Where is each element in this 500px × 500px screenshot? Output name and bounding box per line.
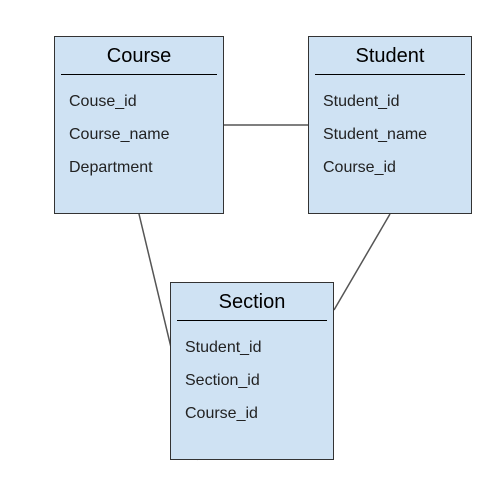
entity-section-attrs: Student_id Section_id Course_id — [171, 321, 333, 441]
entity-section-title: Section — [177, 283, 327, 321]
entity-attr: Student_id — [323, 85, 471, 118]
entity-attr: Course_id — [323, 151, 471, 184]
entity-attr: Student_id — [185, 331, 333, 364]
entity-course-title: Course — [61, 37, 217, 75]
entity-attr: Course_id — [185, 397, 333, 430]
entity-attr: Course_name — [69, 118, 223, 151]
entity-course-attrs: Couse_id Course_name Department — [55, 75, 223, 195]
entity-student-title: Student — [315, 37, 465, 75]
entity-student-attrs: Student_id Student_name Course_id — [309, 75, 471, 195]
er-diagram-canvas: Course Couse_id Course_name Department S… — [0, 0, 500, 500]
entity-attr: Student_name — [323, 118, 471, 151]
connector-student-section — [334, 214, 390, 310]
entity-attr: Couse_id — [69, 85, 223, 118]
entity-attr: Section_id — [185, 364, 333, 397]
entity-section: Section Student_id Section_id Course_id — [170, 282, 334, 460]
entity-attr: Department — [69, 151, 223, 184]
entity-course: Course Couse_id Course_name Department — [54, 36, 224, 214]
entity-student: Student Student_id Student_name Course_i… — [308, 36, 472, 214]
